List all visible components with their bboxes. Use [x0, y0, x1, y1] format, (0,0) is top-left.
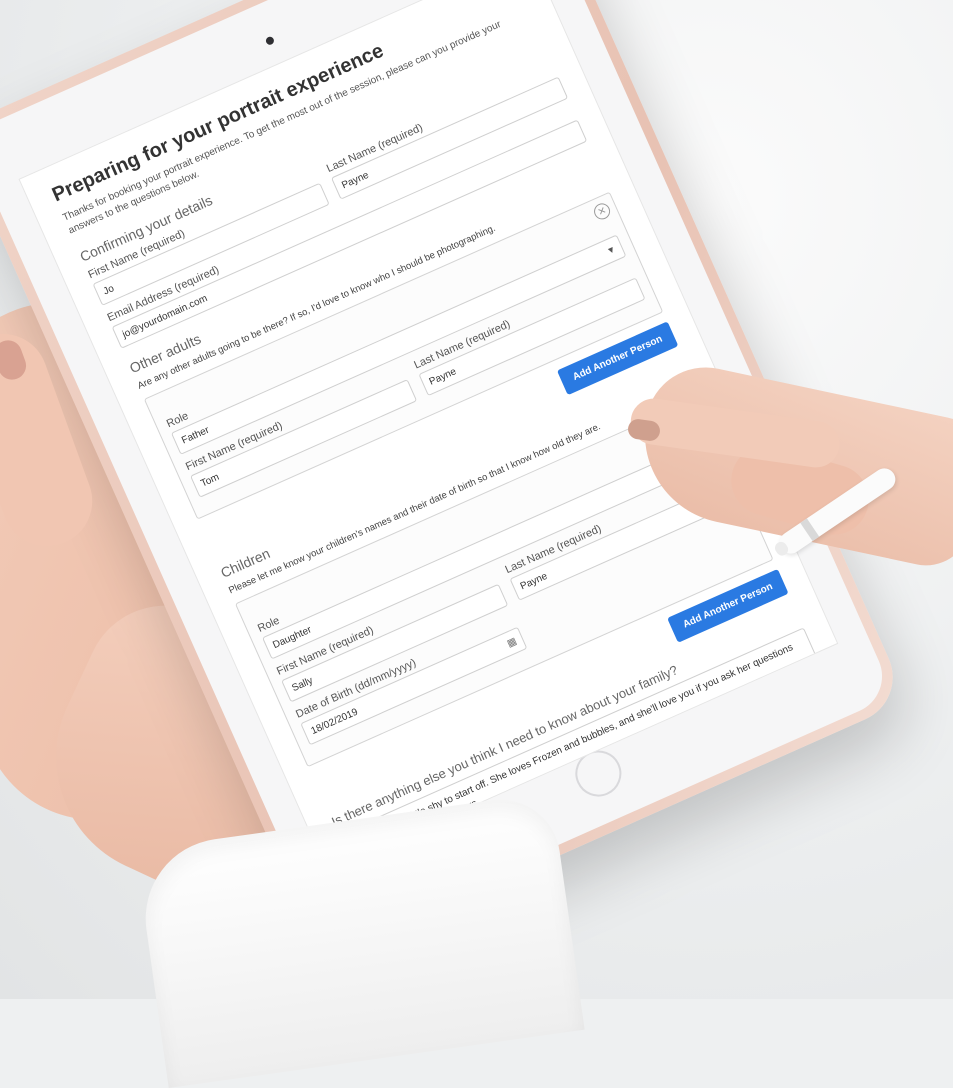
first-name-value: Jo [101, 282, 116, 298]
child-last-name-value: Payne [518, 570, 549, 592]
adult-role-value: Father [179, 424, 211, 447]
last-name-value: Payne [339, 169, 371, 191]
chevron-down-icon: ▼ [605, 243, 618, 257]
adult-first-name-value: Tom [199, 471, 221, 490]
adult-last-name-value: Payne [427, 365, 458, 388]
close-icon[interactable]: ✕ [591, 200, 613, 222]
child-role-value: Daughter [271, 623, 314, 651]
camera-icon [264, 35, 276, 47]
calendar-icon[interactable]: ▦ [505, 635, 518, 649]
stylus-band [800, 518, 820, 542]
child-first-name-value: Sally [290, 674, 315, 694]
